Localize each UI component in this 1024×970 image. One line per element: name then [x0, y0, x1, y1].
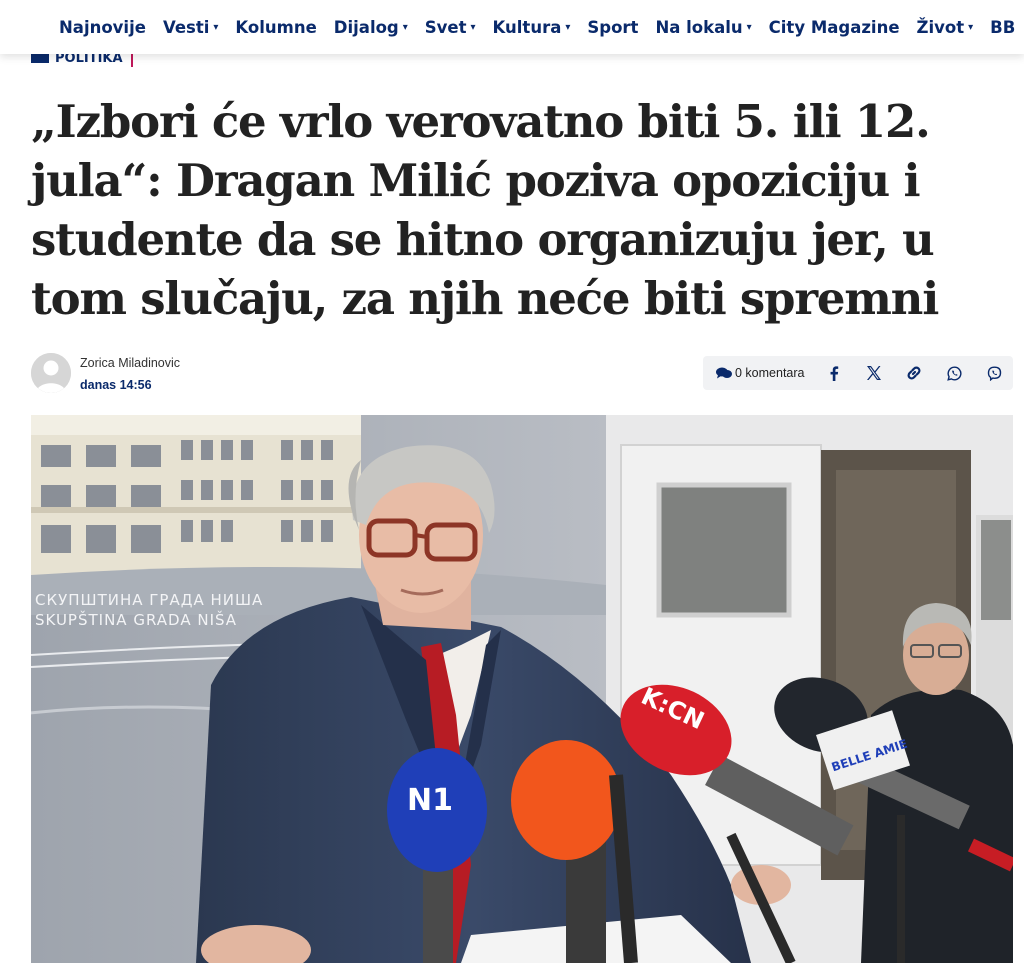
nav-item-label: Na lokalu — [655, 17, 743, 37]
comments-icon — [716, 367, 732, 379]
x-icon[interactable] — [866, 365, 882, 381]
nav-menu: Najnovije Vesti ▾ Kolumne Dijalog ▾ Svet ▾ Kultu… — [59, 18, 1024, 37]
nav-item-label: Vesti — [162, 17, 210, 37]
comments-link[interactable]: 0 komentara — [716, 366, 804, 380]
chevron-down-icon: ▾ — [470, 21, 476, 33]
chevron-down-icon: ▾ — [746, 21, 752, 33]
nav-item-label: Najnovije — [59, 17, 146, 37]
whatsapp-icon[interactable] — [946, 365, 962, 381]
nav-item[interactable]: Kultura ▾ — [493, 18, 571, 37]
n1-mic-label: N1 — [407, 783, 453, 818]
facebook-icon[interactable] — [826, 365, 842, 381]
category-marker — [31, 53, 49, 63]
nav-item[interactable]: Sport — [587, 18, 638, 37]
nav-item-label: Dijalog — [333, 17, 399, 37]
nav-item-label: BB — [990, 17, 1016, 37]
nav-item[interactable]: Najnovije — [59, 18, 146, 37]
nav-item[interactable]: Dijalog ▾ — [334, 18, 408, 37]
sign-latin-text: SKUPŠTINA GRADA NIŠA — [35, 610, 237, 629]
share-bar: 0 komentara — [703, 356, 1013, 390]
nav-item[interactable]: BB — [990, 18, 1015, 37]
chevron-down-icon: ▾ — [968, 21, 974, 33]
chevron-down-icon: ▾ — [565, 21, 571, 33]
link-icon[interactable] — [906, 365, 922, 381]
publish-date: danas 14:56 — [80, 378, 152, 392]
author-name[interactable]: Zorica Miladinovic — [80, 356, 180, 370]
nav-item[interactable]: City Magazine — [769, 18, 900, 37]
nav-item[interactable]: Svet ▾ — [425, 18, 476, 37]
chevron-down-icon: ▾ — [402, 21, 408, 33]
nav-item-label: City Magazine — [768, 17, 900, 37]
sign-cyrillic-text: СКУПШТИНА ГРАДА НИША — [35, 591, 263, 609]
nav-item-label: Sport — [587, 17, 639, 37]
user-icon — [31, 353, 71, 393]
avatar — [31, 353, 71, 393]
nav-item[interactable]: Vesti ▾ — [163, 18, 218, 37]
top-navigation: Najnovije Vesti ▾ Kolumne Dijalog ▾ Svet ▾ Kultu… — [0, 0, 1024, 54]
nav-item[interactable]: Kolumne — [235, 18, 316, 37]
nav-item[interactable]: Na lokalu ▾ — [655, 18, 751, 37]
nav-item-label: Kolumne — [235, 17, 317, 37]
nav-item-label: Život — [916, 17, 965, 37]
chevron-down-icon: ▾ — [213, 21, 219, 33]
nav-item-label: Kultura — [492, 17, 562, 37]
viber-icon[interactable] — [986, 365, 1002, 381]
nav-item-label: Svet — [424, 17, 467, 37]
nav-item[interactable]: Život ▾ — [917, 18, 974, 37]
article-photo[interactable]: СКУПШТИНА ГРАДА НИША SKUPŠTINA GRADA NIŠ… — [31, 415, 1013, 963]
press-conference-image: СКУПШТИНА ГРАДА НИША SKUPŠTINA GRADA NIŠ… — [31, 415, 1013, 963]
comments-count: 0 komentara — [735, 366, 805, 380]
article-title: „Izbori će vrlo verovatno biti 5. ili 12… — [31, 95, 939, 325]
